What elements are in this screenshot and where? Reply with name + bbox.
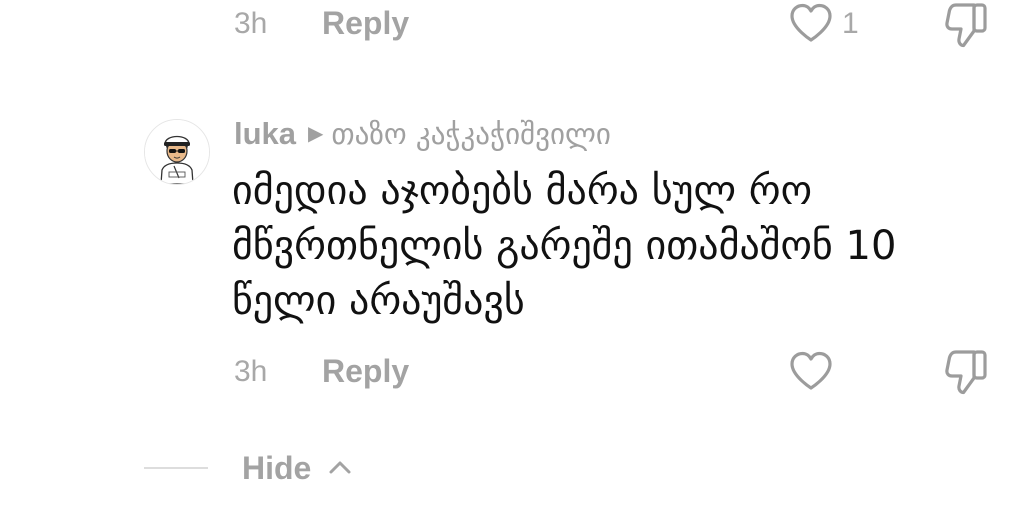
reply-button[interactable]: Reply — [322, 355, 409, 387]
comment-timestamp: 3h — [234, 7, 268, 40]
thumbs-down-icon[interactable] — [944, 348, 990, 396]
hide-label: Hide — [242, 450, 312, 486]
comment-timestamp: 3h — [234, 355, 268, 388]
thread-divider — [144, 467, 208, 469]
like-count: 1 — [842, 7, 859, 40]
heart-outline-icon[interactable] — [788, 350, 834, 392]
comment-text: იმედია აჯობებს მარა სულ რო მწვრთნელის გა… — [232, 168, 897, 324]
comment-header: luka ▶ თაზო კაჭკაჭიშვილი — [234, 115, 611, 152]
avatar[interactable] — [144, 119, 210, 185]
heart-outline-icon[interactable] — [788, 2, 834, 44]
hide-replies-button[interactable]: Hide — [242, 452, 352, 484]
avatar-illustration-icon — [145, 120, 209, 184]
reply-to-user[interactable]: თაზო კაჭკაჭიშვილი — [331, 117, 610, 151]
reply-button[interactable]: Reply — [322, 7, 409, 39]
reply-arrow-icon: ▶ — [308, 121, 324, 145]
chevron-up-icon — [329, 461, 351, 474]
thumbs-down-icon[interactable] — [944, 1, 990, 49]
comment-author[interactable]: luka — [234, 116, 296, 151]
